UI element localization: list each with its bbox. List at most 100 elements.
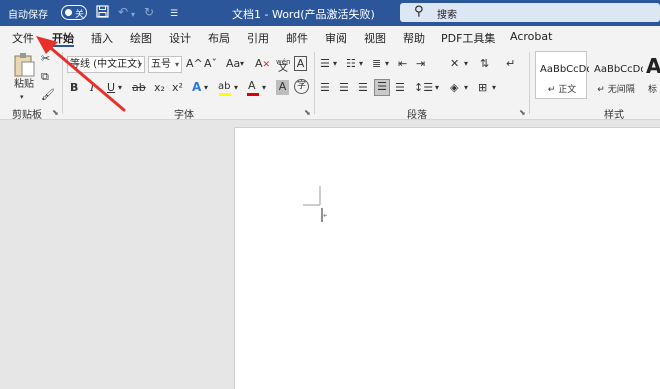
show-marks-icon[interactable]: ↵ [506,57,515,71]
bold-button[interactable]: B [70,81,78,95]
style-no-spacing[interactable]: AaBbCcDd ↵ 无间隔 [589,51,647,99]
margin-corner-mark: ↵ [303,186,327,222]
clipboard-group-label: 剪贴板 [12,110,42,121]
save-icon[interactable] [96,5,109,21]
search-placeholder: 搜索 [437,10,457,21]
tab-file[interactable]: 文件 [12,30,34,46]
line-spacing-icon[interactable]: ↕☰ [414,81,433,95]
paste-dropdown-icon[interactable]: ▾ [20,90,24,104]
sort-icon[interactable]: ⇅ [480,57,489,71]
chevron-down-icon[interactable]: ▾ [435,81,439,95]
font-launcher-icon[interactable]: ⬊ [304,108,311,117]
strikethrough-button[interactable]: ab [132,81,146,95]
clipboard-launcher-icon[interactable]: ⬊ [52,108,59,117]
tab-help[interactable]: 帮助 [403,30,425,46]
active-tab-indicator [52,45,74,47]
font-name-value: 等线 (中文正文) [70,59,141,70]
chevron-down-icon: ▾ [174,60,179,69]
superscript-button[interactable]: x² [172,81,183,95]
chevron-down-icon[interactable]: ▾ [359,57,363,71]
word-window: 自动保存 关 ↶ ▾ ↻ ☰ 文档1 - Word(产品激活失败) ⚲ 搜索 文… [0,0,660,389]
tab-review[interactable]: 审阅 [325,30,347,46]
chevron-down-icon[interactable]: ▾ [385,57,389,71]
cut-icon[interactable]: ✂ [41,52,50,66]
text-effects-button[interactable]: A [192,80,201,94]
justify-icon[interactable]: ☰ [374,79,390,96]
autosave-state: 关 [75,10,85,20]
tab-mailings[interactable]: 邮件 [286,30,308,46]
highlight-button[interactable]: ab [218,79,230,94]
multilevel-list-icon[interactable]: ≣ [372,57,381,71]
styles-group-label: 样式 [604,110,624,121]
undo-icon[interactable]: ↶ [118,5,128,19]
grow-font-button[interactable]: A^ [186,57,203,71]
tab-design[interactable]: 设计 [169,30,191,46]
style-name: ↵ 无间隔 [597,85,635,95]
chevron-down-icon[interactable]: ▾ [234,81,238,95]
ribbon-tabs: 文件 开始 插入 绘图 设计 布局 引用 邮件 审阅 视图 帮助 PDF工具集 … [0,26,660,48]
increase-indent-icon[interactable]: ⇥ [416,57,425,71]
autosave-toggle[interactable]: 关 [61,5,87,20]
style-name: ↵ 正文 [547,85,577,95]
document-page[interactable]: ↵ [234,127,660,389]
tab-view[interactable]: 视图 [364,30,386,46]
font-size-combo[interactable]: 五号 ▾ [148,56,182,73]
style-normal[interactable]: AaBbCcDd ↵ 正文 [535,51,593,99]
chevron-down-icon[interactable]: ▾ [118,81,122,95]
chevron-down-icon[interactable]: ▾ [333,57,337,71]
numbering-icon[interactable]: ☷ [346,57,356,71]
character-shading-button[interactable]: A [276,80,289,95]
copy-icon[interactable]: ⧉ [41,70,49,84]
search-box[interactable]: ⚲ 搜索 [400,3,660,22]
italic-button[interactable]: I [90,81,94,95]
redo-icon[interactable]: ↻ [144,5,154,19]
style-name: 标 [648,85,658,95]
style-heading[interactable]: A 标 [643,51,660,99]
distributed-icon[interactable]: ☰ [395,81,405,95]
chevron-down-icon[interactable]: ▾ [464,57,468,71]
font-group-label: 字体 [174,110,194,121]
undo-dropdown-icon[interactable]: ▾ [131,8,135,22]
borders-icon[interactable]: ⊞ [478,81,487,95]
font-name-combo[interactable]: 等线 (中文正文) ▾ [67,56,145,73]
chevron-down-icon[interactable]: ▾ [240,57,244,71]
tab-insert[interactable]: 插入 [91,30,113,46]
shading-icon[interactable]: ◈ [450,81,458,95]
customize-qat-icon[interactable]: ☰ [170,7,178,21]
align-left-icon[interactable]: ☰ [320,81,330,95]
format-painter-icon[interactable]: 🖌 [41,88,55,102]
style-sample: AaBbCcDd [594,64,647,75]
chevron-down-icon[interactable]: ▾ [464,81,468,95]
underline-button[interactable]: U [107,81,115,95]
paragraph-launcher-icon[interactable]: ⬊ [519,108,526,117]
chevron-down-icon[interactable]: ▾ [492,81,496,95]
phonetic-guide-icon: 文 [278,63,288,74]
group-divider [529,52,530,114]
align-right-icon[interactable]: ☰ [358,81,368,95]
center-icon[interactable]: ☰ [339,81,349,95]
tab-pdf-tools[interactable]: PDF工具集 [441,30,495,46]
shrink-font-button[interactable]: Aˇ [204,57,217,71]
tab-layout[interactable]: 布局 [208,30,230,46]
subscript-button[interactable]: x₂ [154,81,165,95]
tab-home[interactable]: 开始 [52,30,74,46]
bullets-icon[interactable]: ☰ [320,57,330,71]
clear-formatting-button[interactable]: A✕ [255,57,270,72]
decrease-indent-icon[interactable]: ⇤ [398,57,407,71]
document-area[interactable]: ↵ [0,121,660,389]
paragraph-group-label: 段落 [407,110,427,121]
chevron-down-icon[interactable]: ▾ [204,81,208,95]
tab-references[interactable]: 引用 [247,30,269,46]
character-border-button[interactable]: A [294,56,307,71]
enclose-characters-button[interactable]: 字 [294,79,309,94]
paste-label[interactable]: 粘贴 [14,78,34,92]
font-color-swatch [247,93,259,96]
font-color-button[interactable]: A [248,79,256,93]
change-case-button[interactable]: Aa [226,57,240,71]
chinese-layout-icon[interactable]: ✕ [450,57,459,71]
chevron-down-icon[interactable]: ▾ [262,81,266,95]
tab-draw[interactable]: 绘图 [130,30,152,46]
tab-acrobat[interactable]: Acrobat [510,30,552,43]
group-divider [314,52,315,114]
clear-format-label: A [255,57,263,70]
